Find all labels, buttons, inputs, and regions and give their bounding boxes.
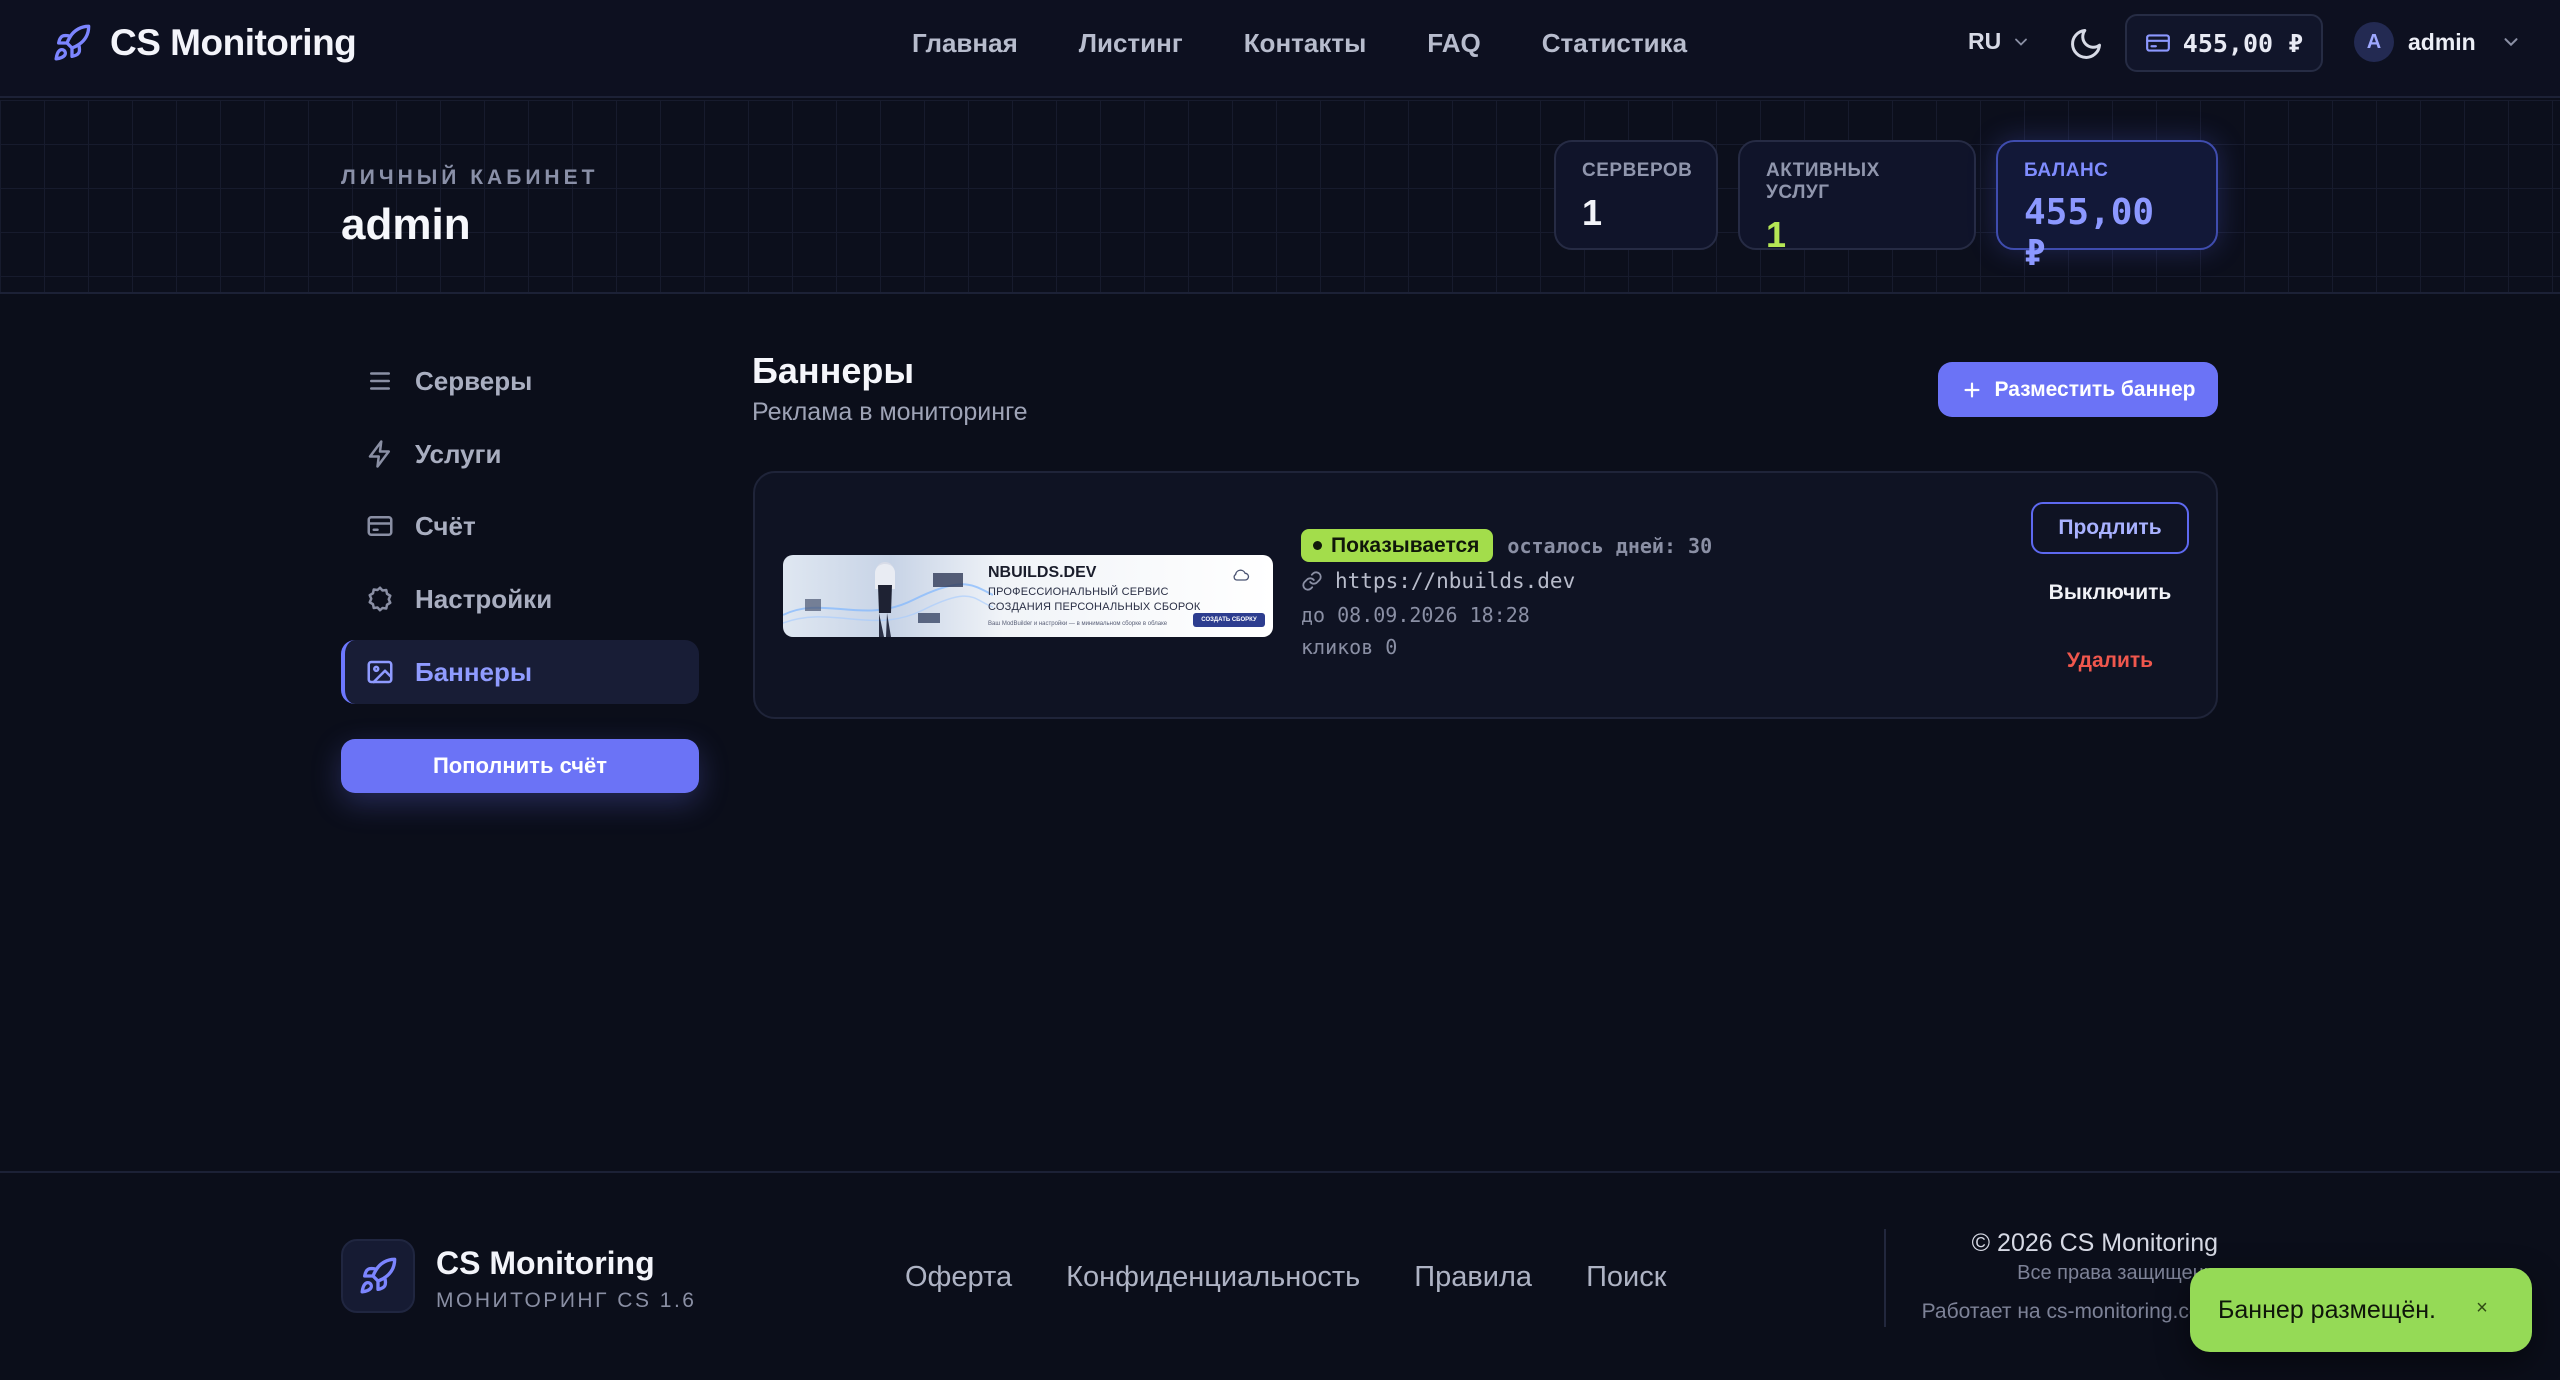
add-banner-label: Разместить баннер xyxy=(1994,377,2196,401)
user-name: admin xyxy=(2408,28,2476,55)
brand-name: CS Monitoring xyxy=(110,22,357,63)
image-icon xyxy=(367,660,393,684)
stat-value: 455,00 ₽ xyxy=(2024,192,2155,274)
banner-artwork xyxy=(783,562,993,637)
footer-links: Оферта Конфиденциальность Правила Поиск xyxy=(905,1261,1666,1294)
wallet-balance: 455,00 ₽ xyxy=(2182,28,2304,58)
plus-icon xyxy=(1963,381,1980,398)
brand[interactable]: CS Monitoring xyxy=(52,22,357,64)
language-value: RU xyxy=(1968,28,2002,54)
banner-image-title: NBUILDS.DEV xyxy=(988,564,1097,581)
stat-value: 1 xyxy=(1582,192,1603,233)
chevron-down-icon xyxy=(2015,38,2028,46)
add-banner-button[interactable]: Разместить баннер xyxy=(1938,362,2218,417)
cloud-icon xyxy=(1233,569,1250,581)
delete-button[interactable]: Удалить xyxy=(2031,639,2189,683)
footer-logo[interactable] xyxy=(341,1239,415,1313)
rocket-icon xyxy=(360,1257,397,1294)
footer-rights: Все права защищены xyxy=(2017,1262,2218,1284)
link-icon xyxy=(1302,571,1322,591)
nav-faq[interactable]: FAQ xyxy=(1427,28,1480,59)
status-badge: Показывается xyxy=(1301,529,1494,562)
sidebar-item-label: Настройки xyxy=(415,583,553,614)
stat-value: 1 xyxy=(1766,214,1787,255)
page-title-user: admin xyxy=(341,200,471,249)
banner-preview-image[interactable]: NBUILDS.DEV ПРОФЕССИОНАЛЬНЫЙ СЕРВИС СОЗД… xyxy=(783,555,1273,637)
footer-tagline: МОНИТОРИНГ CS 1.6 xyxy=(436,1289,697,1312)
banner-card: NBUILDS.DEV ПРОФЕССИОНАЛЬНЫЙ СЕРВИС СОЗД… xyxy=(753,471,2218,719)
list-icon xyxy=(370,372,390,390)
wallet-icon xyxy=(2145,34,2170,52)
rocket-icon xyxy=(54,24,91,61)
wallet-balance-button[interactable]: 455,00 ₽ xyxy=(2125,14,2323,72)
account-hero: ЛИЧНЫЙ КАБИНЕТ admin СЕРВЕРОВ 1 АКТИВНЫХ… xyxy=(0,100,2560,294)
main-nav: Главная Листинг Контакты FAQ Статистика xyxy=(912,28,1687,59)
stat-active-services: АКТИВНЫХ УСЛУГ 1 xyxy=(1738,140,1976,255)
stat-label: СЕРВЕРОВ xyxy=(1582,160,1693,181)
banner-url-link[interactable]: https://nbuilds.dev xyxy=(1301,569,1575,593)
stat-label: АКТИВНЫХ УСЛУГ xyxy=(1766,160,1880,203)
sidebar-item-label: Услуги xyxy=(415,438,502,469)
close-icon[interactable]: × xyxy=(2470,1296,2494,1320)
page-subtitle: Реклама в мониторинге xyxy=(752,398,1028,426)
banner-until: до 08.09.2026 18:28 xyxy=(1301,603,1530,627)
page-title: Баннеры xyxy=(752,350,915,391)
nav-home[interactable]: Главная xyxy=(912,28,1018,59)
hero-kicker: ЛИЧНЫЙ КАБИНЕТ xyxy=(341,166,599,189)
footer-link-privacy[interactable]: Конфиденциальность xyxy=(1066,1261,1360,1294)
top-bar: CS Monitoring Главная Листинг Контакты F… xyxy=(0,0,2560,98)
footer: CS Monitoring МОНИТОРИНГ CS 1.6 Оферта К… xyxy=(0,1171,2560,1380)
card-icon xyxy=(367,516,393,536)
stat-servers: СЕРВЕРОВ 1 xyxy=(1554,140,1718,250)
status-badge-label: Показывается xyxy=(1331,533,1480,557)
banner-url: https://nbuilds.dev xyxy=(1335,569,1576,593)
extend-button[interactable]: Продлить xyxy=(2031,502,2189,554)
banner-image-line: ПРОФЕССИОНАЛЬНЫЙ СЕРВИС xyxy=(988,586,1169,598)
sidebar-item-servers[interactable]: Серверы xyxy=(341,349,699,413)
chevron-down-icon xyxy=(2504,38,2518,47)
footer-brand-name: CS Monitoring xyxy=(436,1245,655,1281)
disable-button[interactable]: Выключить xyxy=(2031,571,2189,615)
banner-image-small: Ваш ModBuilder и настройки — в минимальн… xyxy=(988,621,1168,627)
nav-contacts[interactable]: Контакты xyxy=(1244,28,1367,59)
sidebar-item-label: Счёт xyxy=(415,510,476,541)
footer-powered[interactable]: Работает на cs-monitoring.com xyxy=(1922,1300,2218,1324)
footer-link-offer[interactable]: Оферта xyxy=(905,1261,1012,1294)
banner-image-button: СОЗДАТЬ СБОРКУ xyxy=(1193,613,1265,627)
days-left: осталось дней: 30 xyxy=(1507,533,1713,558)
sidebar-item-account[interactable]: Счёт xyxy=(341,494,699,558)
sidebar-item-services[interactable]: Услуги xyxy=(341,422,699,486)
success-toast: Баннер размещён. × xyxy=(2190,1268,2532,1352)
sidebar-item-label: Серверы xyxy=(415,365,533,396)
topup-button[interactable]: Пополнить счёт xyxy=(341,739,699,793)
footer-link-search[interactable]: Поиск xyxy=(1586,1261,1666,1294)
language-select[interactable]: RU xyxy=(1968,28,2031,55)
status-dot-icon xyxy=(1313,541,1322,550)
sidebar-item-banners[interactable]: Баннеры xyxy=(341,640,699,704)
stat-balance: БАЛАНС 455,00 ₽ xyxy=(1996,140,2218,274)
sidebar-item-settings[interactable]: Настройки xyxy=(341,567,699,631)
bolt-icon xyxy=(368,440,390,468)
sidebar-item-label: Баннеры xyxy=(415,656,533,687)
banner-clicks: кликов 0 xyxy=(1301,635,1398,659)
toast-message: Баннер размещён. xyxy=(2218,1295,2436,1324)
footer-copyright: © 2026 CS Monitoring xyxy=(1971,1229,2218,1257)
user-menu[interactable]: A admin xyxy=(2354,22,2522,62)
gear-icon xyxy=(368,586,392,612)
footer-divider xyxy=(1884,1229,1886,1327)
avatar: A xyxy=(2354,22,2394,62)
nav-statistics[interactable]: Статистика xyxy=(1542,28,1687,59)
moon-icon[interactable] xyxy=(2068,26,2104,62)
stat-label: БАЛАНС xyxy=(2024,160,2109,181)
nav-listing[interactable]: Листинг xyxy=(1079,28,1183,59)
footer-link-rules[interactable]: Правила xyxy=(1414,1261,1532,1294)
banner-image-line: СОЗДАНИЯ ПЕРСОНАЛЬНЫХ СБОРОК xyxy=(988,601,1201,613)
banner-status-row: Показывается осталось дней: 30 xyxy=(1301,529,1712,562)
